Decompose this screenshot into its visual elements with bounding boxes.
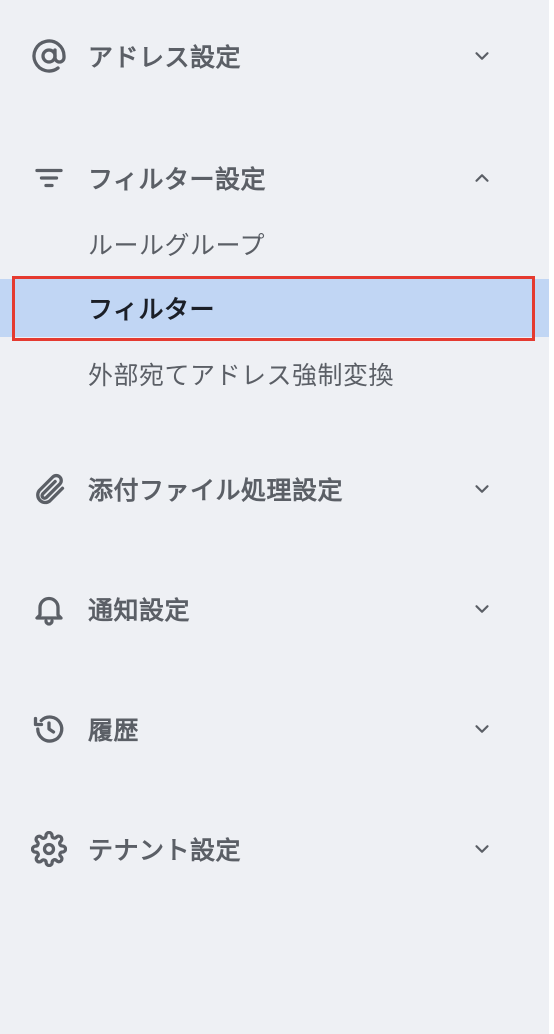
nav-item-external-address-conversion-label: 外部宛てアドレス強制変換	[88, 361, 395, 390]
nav-item-rule-group-label: ルールグループ	[88, 231, 266, 260]
filter-lines-icon	[30, 159, 68, 197]
nav-section-filter-label: フィルター設定	[88, 165, 267, 194]
nav-section-tenant[interactable]: テナント設定	[0, 817, 549, 881]
nav-section-address[interactable]: アドレス設定	[0, 24, 549, 88]
chevron-up-icon[interactable]	[468, 164, 496, 192]
nav-section-address-label: アドレス設定	[88, 43, 242, 72]
at-sign-icon	[30, 37, 68, 75]
right-edge-divider	[549, 0, 554, 1034]
nav-section-notification[interactable]: 通知設定	[0, 577, 549, 641]
paperclip-icon	[30, 470, 68, 508]
nav-section-tenant-label: テナント設定	[88, 836, 242, 865]
chevron-down-icon[interactable]	[468, 595, 496, 623]
chevron-down-icon[interactable]	[468, 715, 496, 743]
chevron-down-icon[interactable]	[468, 835, 496, 863]
nav-section-history[interactable]: 履歴	[0, 697, 549, 761]
chevron-down-icon[interactable]	[468, 475, 496, 503]
nav-item-external-address-conversion[interactable]: 外部宛てアドレス強制変換	[0, 345, 549, 403]
nav-section-filter[interactable]: フィルター設定	[0, 146, 549, 210]
history-icon	[30, 710, 68, 748]
nav-item-filter[interactable]: フィルター	[0, 279, 549, 337]
nav-section-notification-label: 通知設定	[88, 596, 191, 625]
gear-icon	[30, 830, 68, 868]
bell-icon	[30, 590, 68, 628]
nav-item-filter-label: フィルター	[88, 295, 216, 324]
nav-section-history-label: 履歴	[88, 716, 140, 745]
chevron-down-icon[interactable]	[468, 42, 496, 70]
nav-section-attachment[interactable]: 添付ファイル処理設定	[0, 457, 549, 521]
nav-section-attachment-label: 添付ファイル処理設定	[88, 476, 344, 505]
nav-item-rule-group[interactable]: ルールグループ	[0, 215, 549, 273]
